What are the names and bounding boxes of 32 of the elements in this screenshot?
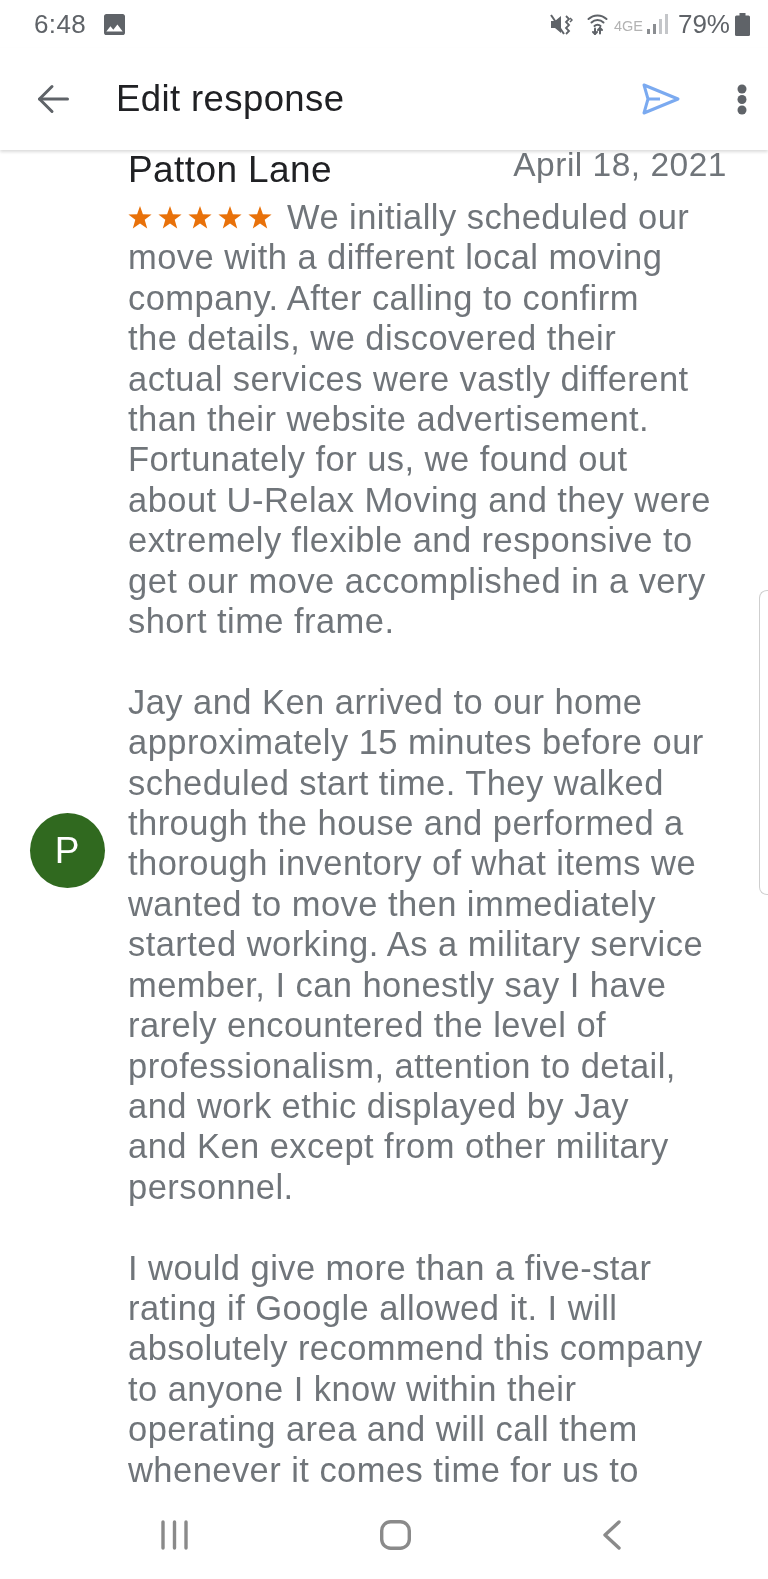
battery-percent: 79%	[677, 9, 730, 39]
send-button[interactable]	[642, 83, 680, 115]
star-icon	[188, 205, 212, 229]
home-button[interactable]	[380, 1519, 411, 1550]
review-paragraph: move with a different local moving company. After calling to confirm the details, we discovered their actual services were vastly different than their website advertisement. Fortunately for us, we found out about U-Relax Moving and they were extremely flexible and responsive to get our move accomplished in a very short time frame.	[128, 237, 711, 642]
network-type-label: 4GE	[613, 19, 643, 33]
status-time: 6:48	[34, 9, 87, 39]
star-icon	[248, 205, 272, 229]
back-button[interactable]	[37, 84, 69, 114]
screen-title: Edit response	[116, 78, 345, 120]
signal-icon	[646, 14, 668, 34]
muted-speaker-icon	[549, 13, 573, 35]
star-icon	[218, 205, 242, 229]
recent-apps-button[interactable]	[161, 1519, 188, 1550]
review-paragraph: I would give more than a five-star rating if Google allowed it. I will absolutely recommend this company to anyone I know within their operating area and will call them whenever it comes time for us to	[128, 1247, 703, 1490]
edge-panel-handle[interactable]	[759, 590, 768, 895]
nav-back-button[interactable]	[603, 1519, 621, 1550]
image-icon	[104, 13, 126, 35]
battery-icon	[735, 12, 750, 36]
reviewer-name: Patton Lane	[128, 150, 332, 190]
chevron-left-icon	[603, 1519, 621, 1550]
star-icon	[158, 205, 182, 229]
home-icon	[380, 1519, 411, 1550]
recent-apps-icon	[161, 1519, 188, 1550]
review-paragraph: Jay and Ken arrived to our home approximately 15 minutes before our scheduled start time. They walked through the house and performed a thorough inventory of what items we wanted to move then immediately started working. As a military service member, I can honestly say I have rarely encountered the level of professionalism, attention to detail, and work ethic displayed by Jay and Ken except from other military personnel.	[128, 681, 704, 1208]
more-vert-icon	[737, 83, 747, 115]
review-text: We initially scheduled our	[287, 197, 690, 238]
send-icon	[642, 83, 680, 115]
star-icon	[128, 205, 152, 229]
more-options-button[interactable]	[737, 83, 747, 115]
wifi-icon	[586, 13, 608, 35]
avatar: P	[29, 812, 105, 888]
